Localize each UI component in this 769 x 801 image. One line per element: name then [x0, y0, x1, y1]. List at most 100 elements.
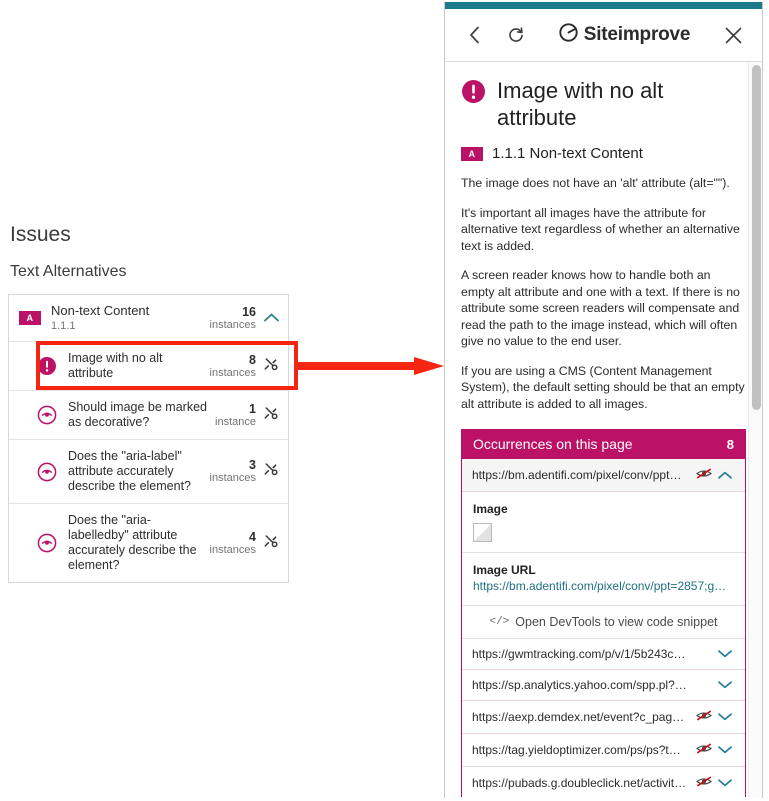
extension-header: Siteimprove — [445, 9, 762, 62]
image-url-label: Image URL — [473, 563, 536, 577]
issue-list: A Non-text Content 1.1.1 16 instances Im… — [8, 294, 289, 583]
occurrence-url: https://pubads.g.doubleclick.net/activit… — [472, 776, 693, 790]
issue-title: Image with no alt attribute — [497, 78, 664, 130]
occurrences-count: 8 — [726, 436, 734, 452]
close-icon[interactable] — [718, 20, 748, 50]
occurrence-row-selected[interactable]: https://bm.adentifi.com/pixel/conv/ppt=2… — [462, 459, 745, 492]
issue-description-paragraph: It's important all images have the attri… — [461, 205, 740, 253]
issue-row-should-image-be-marked-as-decorative[interactable]: Should image be marked as decorative? 1 … — [9, 391, 288, 440]
issue-name: Image with no alt attribute — [68, 351, 163, 380]
brand-name: Siteimprove — [583, 24, 691, 45]
issue-count-label: instances — [209, 543, 256, 556]
tools-icon[interactable] — [262, 461, 280, 482]
image-label: Image — [473, 502, 508, 516]
issue-group-row-non-text-content[interactable]: A Non-text Content 1.1.1 16 instances — [9, 295, 288, 342]
issue-description-paragraph: If you are using a CMS (Content Manageme… — [461, 363, 745, 411]
review-eye-icon — [37, 405, 57, 425]
code-icon: </> — [489, 616, 510, 628]
extension-content: Image with no alt attribute A 1.1.1 Non-… — [445, 62, 762, 797]
issue-count: 1 — [249, 401, 256, 416]
issue-name: Does the "aria-labelledby" attribute acc… — [68, 513, 197, 572]
chevron-down-icon[interactable] — [715, 710, 735, 724]
issue-group-count: 16 — [242, 304, 256, 319]
occurrence-image-url-block: Image URL https://bm.adentifi.com/pixel/… — [462, 553, 745, 606]
extension-accent-bar — [445, 2, 762, 9]
issue-group-count-label: instances — [209, 318, 256, 331]
eye-hidden-icon[interactable] — [693, 467, 715, 483]
error-icon — [37, 356, 57, 376]
occurrence-row[interactable]: https://gwmtracking.com/p/v/1/5b243c87f8… — [462, 639, 745, 670]
eye-hidden-icon[interactable] — [693, 775, 715, 791]
success-criterion-text: 1.1.1 Non-text Content — [492, 145, 643, 162]
occurrence-url: https://gwmtracking.com/p/v/1/5b243c87f8… — [472, 647, 693, 661]
review-eye-icon — [37, 533, 57, 553]
back-icon[interactable] — [459, 20, 489, 50]
issue-group-criterion: 1.1.1 — [51, 320, 76, 332]
tools-icon[interactable] — [262, 405, 280, 426]
issue-count-block: 4 instances — [210, 530, 262, 557]
issue-count-block: 1 instance — [215, 402, 262, 429]
issue-count-label: instances — [209, 472, 256, 484]
occurrences-title: Occurrences on this page — [473, 436, 633, 452]
issue-name: Should image be marked as decorative? — [68, 400, 207, 429]
chevron-down-icon[interactable] — [715, 678, 735, 692]
chevron-down-icon[interactable] — [715, 743, 735, 757]
issue-group-name: Non-text Content — [51, 303, 150, 318]
issue-group-texts: Non-text Content 1.1.1 — [51, 303, 210, 333]
issue-group-count-block: 16 instances — [210, 305, 262, 332]
brand: Siteimprove — [531, 23, 718, 47]
chevron-down-icon[interactable] — [715, 776, 735, 790]
eye-hidden-icon[interactable] — [693, 709, 715, 725]
chevron-up-icon[interactable] — [262, 309, 280, 327]
section-heading: Text Alternatives — [10, 263, 127, 280]
occurrence-url: https://sp.analytics.yahoo.com/spp.pl?a=… — [472, 678, 693, 692]
page-title: Issues — [10, 223, 71, 246]
occurrence-url: https://tag.yieldoptimizer.com/ps/ps?t=s… — [472, 743, 693, 757]
occurrence-row[interactable]: https://tag.yieldoptimizer.com/ps/ps?t=s… — [462, 734, 745, 767]
page-scroll-strip — [763, 0, 769, 801]
extension-body: Image with no alt attribute A 1.1.1 Non-… — [445, 62, 762, 797]
siteimprove-extension-panel: Siteimprove Image with no alt attribute — [444, 2, 763, 798]
issue-count: 8 — [249, 352, 256, 367]
screenshot-root: Issues Text Alternatives A Non-text Cont… — [0, 0, 769, 801]
issues-panel: Issues Text Alternatives A Non-text Cont… — [0, 222, 297, 583]
refresh-icon[interactable] — [501, 20, 531, 50]
error-icon — [461, 76, 486, 109]
occurrence-row[interactable]: https://aexp.demdex.net/event?c_pagen… — [462, 701, 745, 734]
issue-description-paragraph: The image does not have an 'alt' attribu… — [461, 176, 730, 190]
review-eye-icon — [37, 462, 57, 482]
extension-scrollbar[interactable] — [748, 62, 762, 797]
issue-row-aria-label-accurate[interactable]: Does the "aria-label" attribute accurate… — [9, 440, 288, 504]
success-criterion-line: A 1.1.1 Non-text Content — [461, 145, 746, 162]
issue-header: Image with no alt attribute — [461, 76, 746, 131]
issue-row-image-with-no-alt-attribute[interactable]: Image with no alt attribute 8 instances — [9, 342, 288, 391]
occurrence-image-block: Image — [462, 492, 745, 553]
image-url-link[interactable]: https://bm.adentifi.com/pixel/conv/ppt=2… — [473, 578, 734, 595]
issue-count: 3 — [249, 458, 256, 472]
extension-scrollbar-thumb[interactable] — [752, 65, 761, 410]
broken-image-icon — [473, 523, 492, 542]
issue-row-aria-labelledby-accurate[interactable]: Does the "aria-labelledby" attribute acc… — [9, 504, 288, 582]
open-devtools-button[interactable]: </> Open DevTools to view code snippet — [462, 606, 745, 639]
tools-icon[interactable] — [262, 356, 280, 377]
issue-count-block: 8 instances — [210, 353, 262, 380]
chevron-up-icon[interactable] — [715, 468, 735, 482]
occurrences-header: Occurrences on this page 8 — [462, 429, 745, 459]
occurrence-url: https://aexp.demdex.net/event?c_pagen… — [472, 710, 693, 724]
issue-name: Does the "aria-label" attribute accurate… — [68, 449, 191, 493]
annotation-arrow-icon — [296, 357, 444, 375]
conformance-level-badge: A — [461, 146, 483, 161]
issue-count-label: instance — [215, 415, 256, 428]
issue-count-label: instances — [209, 366, 256, 379]
issue-count-block: 3 instances — [210, 458, 262, 485]
open-devtools-label: Open DevTools to view code snippet — [515, 615, 718, 629]
eye-hidden-icon[interactable] — [693, 742, 715, 758]
chevron-down-icon[interactable] — [715, 647, 735, 661]
occurrences-section: Occurrences on this page 8 https://bm.ad… — [461, 429, 746, 797]
issue-count: 4 — [249, 529, 256, 544]
tools-icon[interactable] — [262, 533, 280, 554]
occurrence-row[interactable]: https://sp.analytics.yahoo.com/spp.pl?a=… — [462, 670, 745, 701]
conformance-level-badge: A — [19, 311, 41, 325]
occurrence-row[interactable]: https://pubads.g.doubleclick.net/activit… — [462, 767, 745, 797]
occurrence-url: https://bm.adentifi.com/pixel/conv/ppt=2… — [472, 468, 693, 482]
